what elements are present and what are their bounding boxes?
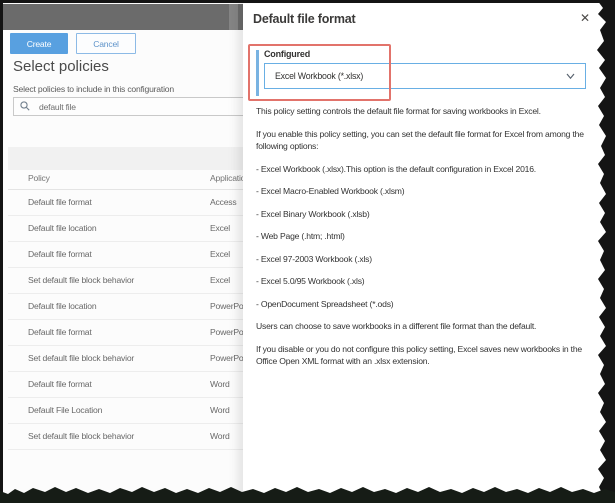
- table-row[interactable]: Set default file block behavior Word: [8, 424, 243, 450]
- create-button[interactable]: Create: [10, 33, 68, 54]
- application-cell: Excel: [210, 223, 231, 233]
- cancel-button[interactable]: Cancel: [76, 33, 136, 54]
- description-paragraph: If you disable or you do not configure t…: [256, 343, 583, 367]
- portal-header-notch: [229, 4, 238, 30]
- table-row[interactable]: Default file location Excel: [8, 216, 243, 242]
- application-cell: Excel: [210, 249, 231, 259]
- policy-cell: Default file location: [28, 301, 97, 311]
- table-header-row: Policy Application: [8, 168, 243, 190]
- application-cell: PowerPoint: [210, 301, 243, 311]
- table-toolbar-band: [8, 147, 243, 170]
- table-row[interactable]: Default file location PowerPoint: [8, 294, 243, 320]
- policy-description: This policy setting controls the default…: [256, 105, 592, 378]
- application-cell: Excel: [210, 275, 231, 285]
- select-policies-page: Create Cancel Select policies Select pol…: [0, 0, 243, 503]
- table-row[interactable]: Default File Location Word: [8, 398, 243, 424]
- close-icon[interactable]: ✕: [576, 9, 594, 27]
- policy-cell: Default file format: [28, 197, 92, 207]
- table-row[interactable]: Set default file block behavior PowerPoi…: [8, 346, 243, 372]
- description-bullet: - Excel Macro-Enabled Workbook (.xlsm): [256, 186, 405, 196]
- description-bullet: - Excel 97-2003 Workbook (.xls): [256, 253, 372, 264]
- default-file-format-flyout: Default file format ✕ Configured Excel W…: [243, 0, 615, 503]
- description-bullet: - OpenDocument Spreadsheet (*.ods): [256, 298, 394, 309]
- portal-header-band: [3, 4, 243, 30]
- flyout-title: Default file format: [253, 12, 356, 26]
- application-cell: Access: [210, 197, 237, 207]
- policies-table: Policy Application Default file format A…: [8, 168, 243, 450]
- table-row[interactable]: Default file format Word: [8, 372, 243, 398]
- policy-cell: Default file location: [28, 223, 97, 233]
- policy-cell: Default File Location: [28, 405, 103, 415]
- description-paragraph: Users can choose to save workbooks in a …: [256, 321, 537, 331]
- application-cell: Word: [210, 405, 230, 415]
- page-subtitle: Select policies to include in this confi…: [13, 84, 174, 94]
- description-paragraph: This policy setting controls the default…: [256, 106, 541, 116]
- search-icon: [20, 101, 30, 111]
- page-title: Select policies: [13, 58, 109, 75]
- application-cell: Word: [210, 431, 230, 441]
- search-input[interactable]: [13, 97, 243, 116]
- table-row[interactable]: Default file format Excel: [8, 242, 243, 268]
- application-cell: Word: [210, 379, 230, 389]
- application-cell: PowerPoint: [210, 327, 243, 337]
- description-bullet: - Excel Binary Workbook (.xlsb): [256, 208, 370, 219]
- description-bullet: - Excel 5.0/95 Workbook (.xls): [256, 276, 365, 286]
- table-row[interactable]: Set default file block behavior Excel: [8, 268, 243, 294]
- policy-cell: Default file format: [28, 379, 92, 389]
- application-column-header: Application: [210, 173, 243, 183]
- chevron-down-icon: [566, 73, 575, 80]
- description-bullet: - Excel Workbook (.xlsx).This option is …: [256, 163, 536, 174]
- table-row[interactable]: Default file format PowerPoint: [8, 320, 243, 346]
- screenshot-stage: Create Cancel Select policies Select pol…: [0, 0, 615, 503]
- policy-cell: Set default file block behavior: [28, 275, 135, 285]
- policy-cell: Set default file block behavior: [28, 353, 135, 363]
- policy-cell: Set default file block behavior: [28, 431, 135, 441]
- table-row[interactable]: Default file format Access: [8, 190, 243, 216]
- application-cell: PowerPoint: [210, 353, 243, 363]
- description-bullet: - Web Page (.htm; .html): [256, 231, 345, 241]
- description-paragraph: If you enable this policy setting, you c…: [256, 128, 584, 152]
- policy-cell: Default file format: [28, 249, 92, 259]
- policy-column-header: Policy: [28, 173, 50, 183]
- annotation-highlight: [248, 44, 391, 101]
- policy-cell: Default file format: [28, 327, 92, 337]
